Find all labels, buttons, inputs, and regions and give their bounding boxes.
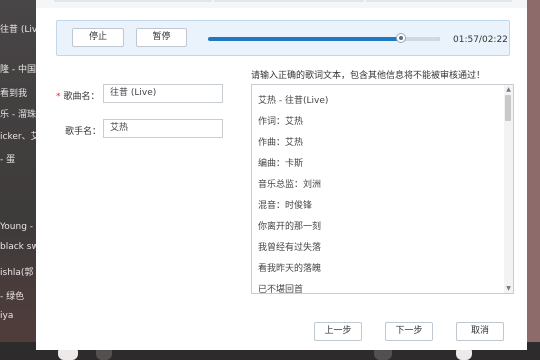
scrollbar-thumb[interactable] [505, 95, 511, 121]
scroll-up-icon[interactable]: ▲ [504, 85, 513, 94]
background-list-item: ishla(郭 [0, 268, 34, 278]
lyrics-scrollbar[interactable]: ▲ ▼ [504, 85, 513, 293]
singer-name-field[interactable]: 艾热 [103, 119, 223, 138]
pause-button[interactable]: 暂停 [136, 28, 187, 47]
lyric-line: 音乐总监：刘洲 [258, 180, 322, 190]
previous-step-button[interactable]: 上一步 [314, 322, 362, 341]
lyric-line: 艾热 - 往昔(Live) [258, 96, 329, 106]
audio-player: 停止 暂停 01:57/02:22 [56, 20, 510, 56]
lyric-line: 你离开的那一刻 [258, 222, 322, 232]
background-list-item: 乐 - 溜珠树 [0, 110, 36, 120]
background-list-item: - 绿色 [0, 292, 25, 302]
progress-remaining [401, 37, 440, 41]
singer-name-label: 歌手名： [65, 127, 102, 137]
background-list-item: black sw [0, 242, 36, 252]
cancel-button[interactable]: 取消 [456, 322, 504, 341]
stop-button[interactable]: 停止 [72, 28, 124, 47]
lyric-line: 看我昨天的落魄 [258, 264, 322, 274]
lyric-line: 编曲：卡斯 [258, 159, 304, 169]
background-list-item: Young - [0, 222, 34, 232]
playback-time: 01:57/02:22 [453, 35, 508, 45]
background-list-item: 看到我 [0, 89, 28, 99]
tab-segment [366, 0, 512, 2]
tab-segment [54, 0, 212, 2]
lyrics-hint: 请输入正确的歌词文本，包含其他信息将不能被审核通过！ [251, 71, 486, 81]
lyric-line: 作词：艾热 [258, 117, 304, 127]
background-right-panel [527, 0, 540, 360]
tab-segment [214, 0, 364, 2]
background-list-item: 隆 - 中国 [0, 65, 36, 75]
next-step-button[interactable]: 下一步 [385, 322, 433, 341]
background-list-item: - 蛋 [0, 155, 16, 165]
song-name-field[interactable]: 往昔 (Live) [103, 84, 223, 103]
background-list-item: icker、艾 [0, 132, 36, 142]
lyrics-textarea[interactable]: 艾热 - 往昔(Live) 作词：艾热 作曲：艾热 编曲：卡斯 音乐总监：刘洲 … [251, 84, 514, 294]
progress-thumb[interactable] [396, 33, 406, 43]
background-list-item: 往昔 (Live [0, 25, 36, 35]
song-name-label-text: 歌曲名： [63, 92, 100, 102]
lyric-line: 混音：时俊锋 [258, 201, 313, 211]
background-song-list: 往昔 (Live 隆 - 中国 看到我 乐 - 溜珠树 icker、艾 - 蛋 … [0, 0, 36, 360]
background-list-item: iya [0, 311, 14, 321]
lyric-line: 作曲：艾热 [258, 138, 304, 148]
lyrics-upload-dialog: 停止 暂停 01:57/02:22 * 歌曲名： 往昔 (Live) 歌手名： 艾… [36, 0, 527, 350]
dialog-tab-strip [36, 0, 527, 8]
required-mark: * [56, 92, 61, 102]
song-name-label: * 歌曲名： [56, 89, 100, 102]
scroll-down-icon[interactable]: ▼ [504, 284, 513, 293]
lyric-line: 我曾经有过失落 [258, 243, 322, 253]
lyric-line: 已不堪回首 [258, 285, 304, 294]
